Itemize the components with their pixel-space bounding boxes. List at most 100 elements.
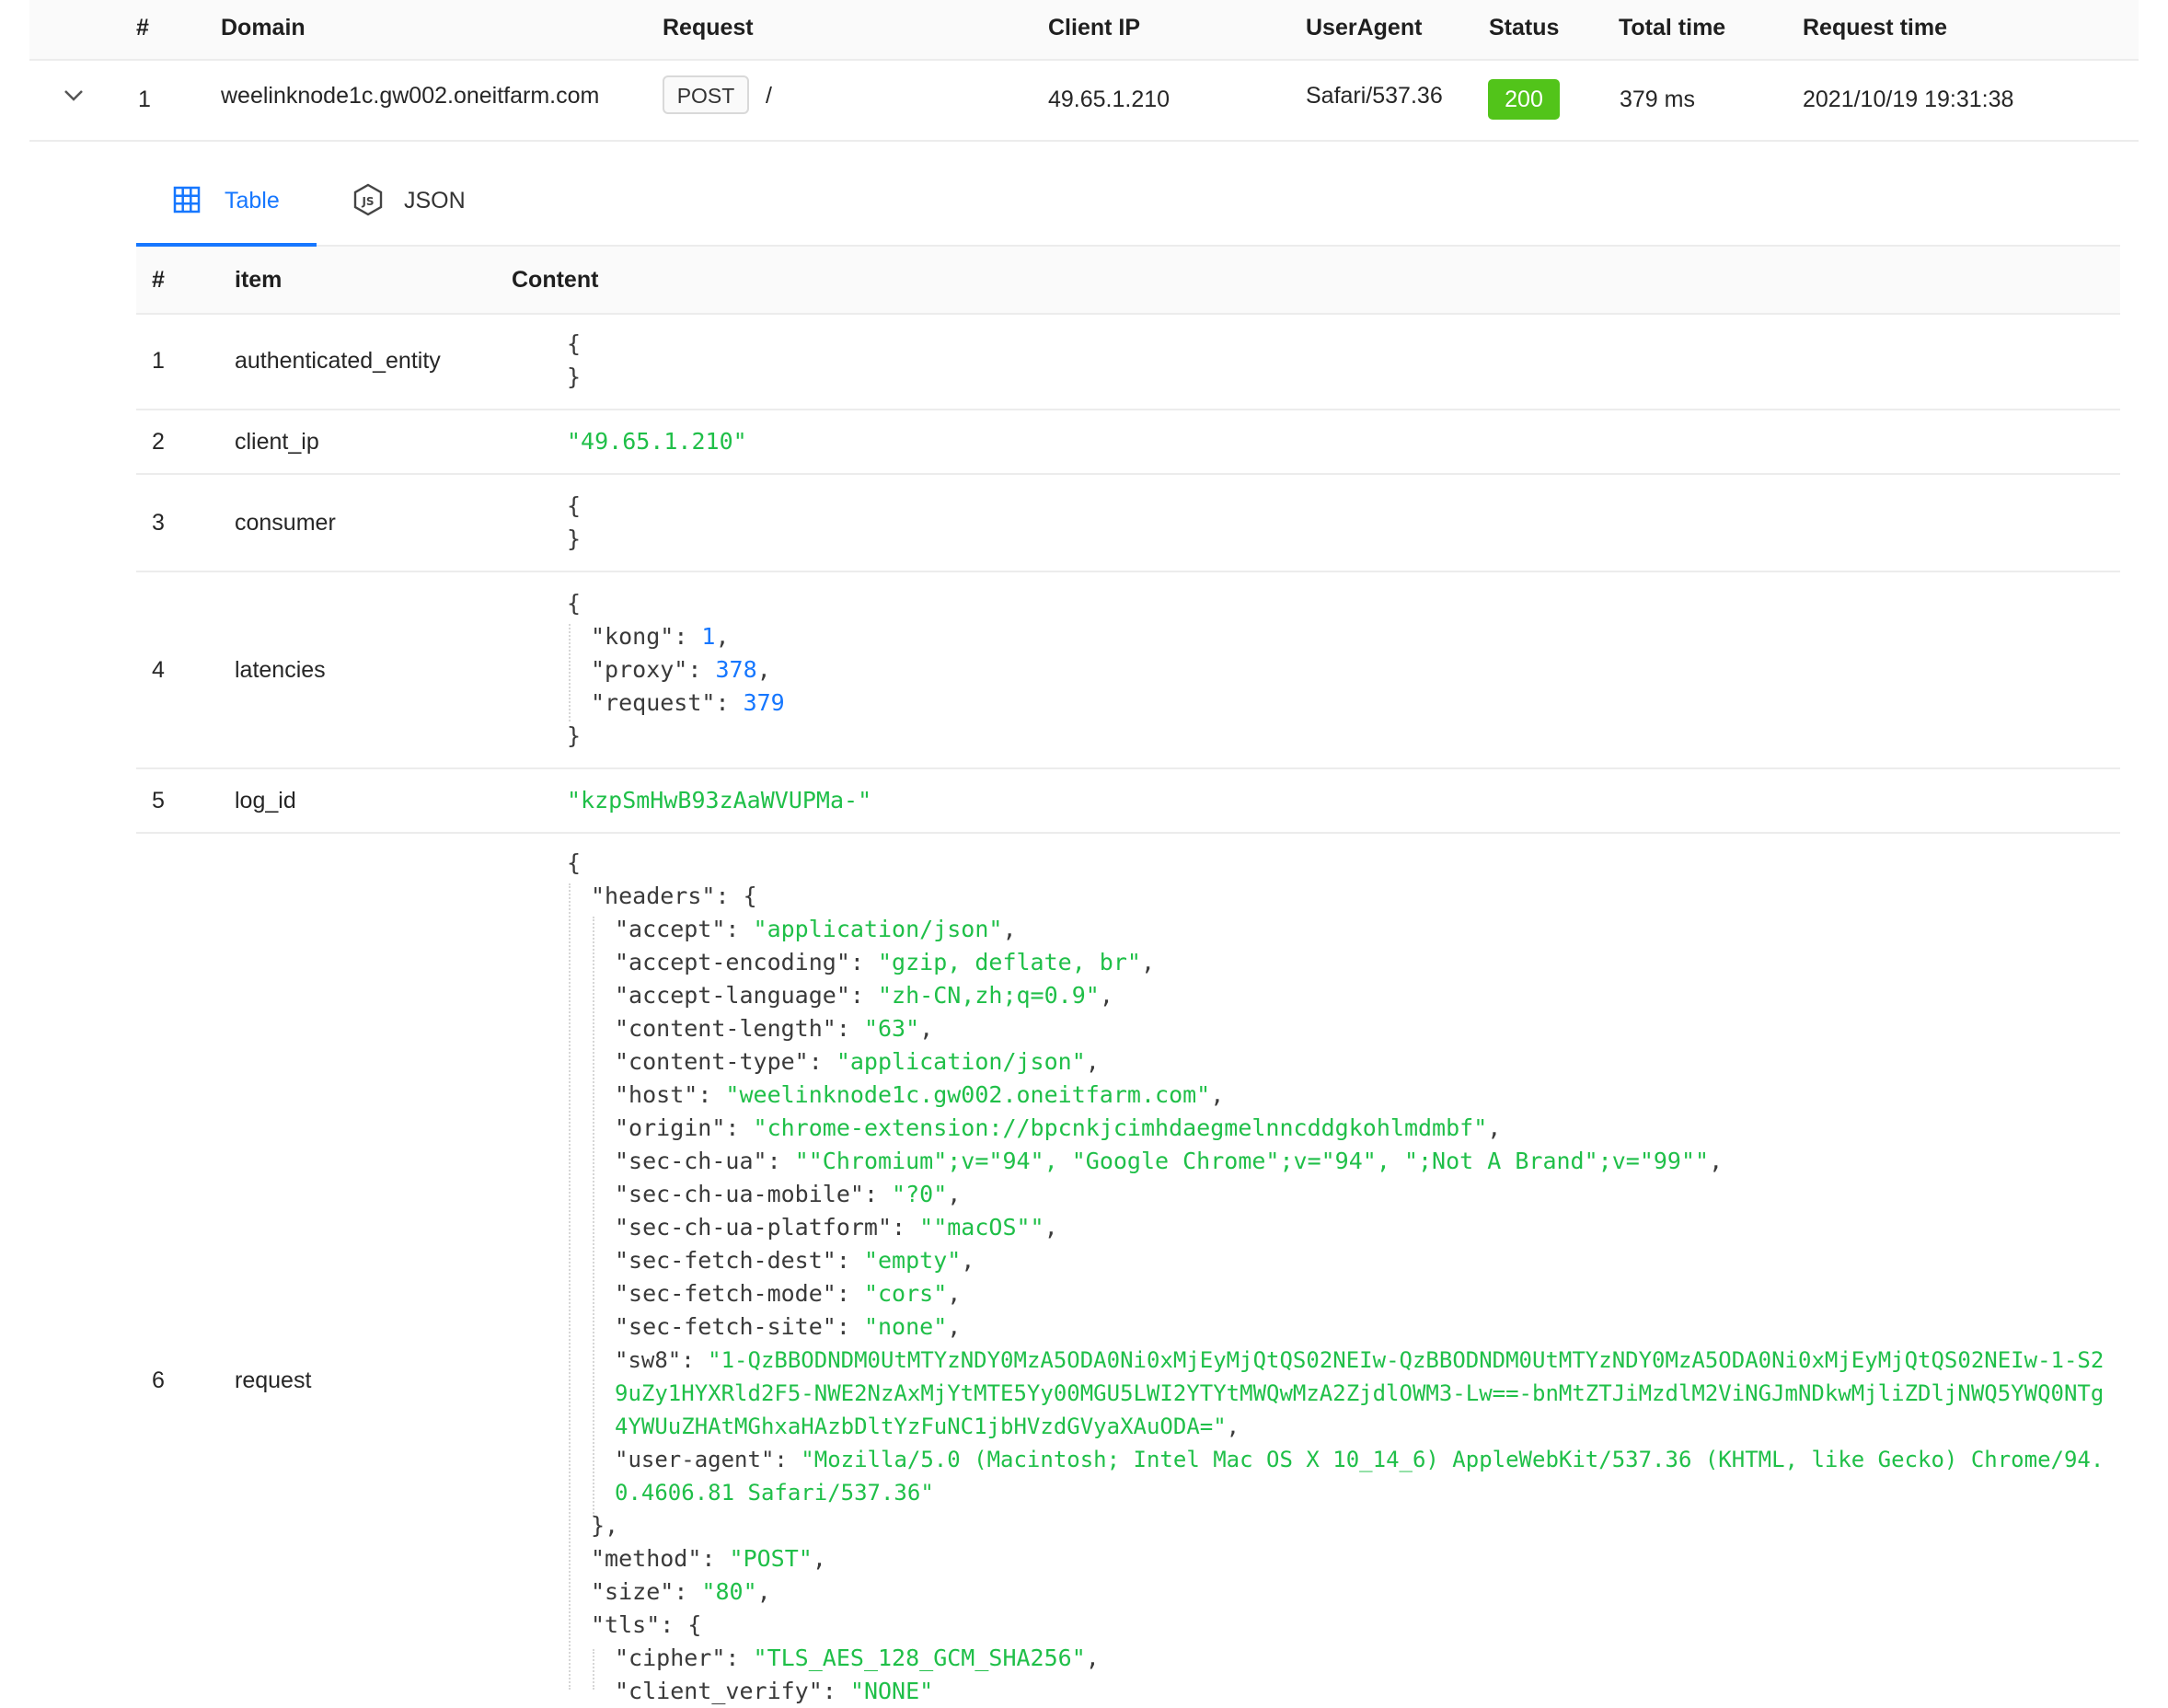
col-header-useragent: UserAgent xyxy=(1306,15,1423,40)
col-header-domain: Domain xyxy=(221,15,306,40)
json-key: "accept" xyxy=(615,916,726,942)
json-key: "origin" xyxy=(615,1114,726,1141)
json-value: "gzip, deflate, br" xyxy=(877,949,1141,975)
detail-row-item: log_id xyxy=(235,788,296,814)
json-line: "accept-encoding": "gzip, deflate, br", xyxy=(615,946,1155,979)
svg-text:JS: JS xyxy=(361,195,374,208)
json-key: "accept-language" xyxy=(615,982,850,1009)
json-key: "sec-ch-ua" xyxy=(615,1148,767,1174)
json-value: "63" xyxy=(863,1015,920,1042)
json-punct: : xyxy=(774,1447,801,1472)
divider xyxy=(136,409,2120,410)
json-punct: : xyxy=(674,1578,702,1605)
row-client-ip: 49.65.1.210 xyxy=(1048,87,1170,112)
indent-guide xyxy=(569,624,571,721)
json-brace: { xyxy=(567,590,582,617)
json-value: "cors" xyxy=(863,1280,948,1307)
json-punct: , xyxy=(756,1578,771,1605)
json-punct: : xyxy=(725,916,754,942)
divider xyxy=(136,473,2120,475)
chevron-down-icon[interactable] xyxy=(63,88,85,103)
detail-row-item: consumer xyxy=(235,510,336,536)
json-line: "tls": { xyxy=(591,1609,701,1642)
json-punct: , xyxy=(947,1181,962,1207)
json-key: "sec-fetch-mode" xyxy=(615,1280,836,1307)
json-value: "zh-CN,zh;q=0.9" xyxy=(877,982,1100,1009)
json-line: "accept": "application/json", xyxy=(615,913,1017,946)
col-header-request: Request xyxy=(663,15,754,40)
indent-guide xyxy=(593,1649,594,1690)
json-line: "size": "80", xyxy=(591,1575,771,1609)
json-value: "80" xyxy=(701,1578,757,1605)
json-punct: : xyxy=(849,982,878,1009)
json-punct: : xyxy=(849,949,878,975)
json-value: "application/json" xyxy=(836,1048,1086,1075)
detail-row-item: latencies xyxy=(235,657,326,683)
col-header-total-time: Total time xyxy=(1619,15,1726,40)
json-key: "kong" xyxy=(591,623,675,650)
json-line: "sec-ch-ua-platform": ""macOS"", xyxy=(615,1211,1058,1244)
json-key: "content-length" xyxy=(615,1015,836,1042)
detail-row-item: authenticated_entity xyxy=(235,348,441,374)
json-punct: , xyxy=(1226,1414,1240,1439)
json-punct: , xyxy=(1044,1214,1058,1241)
detail-row-index: 6 xyxy=(152,1368,165,1393)
json-punct: : xyxy=(808,1048,836,1075)
json-line: "client_verify": "NONE" xyxy=(615,1675,933,1708)
detail-col-index: # xyxy=(152,267,165,293)
json-key: "size" xyxy=(591,1578,675,1605)
json-punct: , xyxy=(756,656,771,683)
json-line: "proxy": 378, xyxy=(591,653,771,687)
json-key: "proxy" xyxy=(591,656,688,683)
tab-json-label: JSON xyxy=(404,188,466,214)
json-value: "chrome-extension://bpcnkjcimhdaegmelnnc… xyxy=(753,1114,1488,1141)
json-key: "user-agent" xyxy=(615,1447,775,1472)
status-badge: 200 xyxy=(1488,79,1560,120)
json-line: "sw8": "1-QzBBODNDM0UtMTYzNDY0MzA5ODA0Ni… xyxy=(615,1344,2104,1377)
detail-row-index: 3 xyxy=(152,510,165,536)
json-line: { } xyxy=(567,330,582,390)
divider xyxy=(136,571,2120,572)
json-punct: : xyxy=(701,1545,730,1572)
json-punct: : xyxy=(892,1214,920,1241)
json-line: "sec-fetch-site": "none", xyxy=(615,1310,961,1344)
indent-guide xyxy=(593,917,594,1517)
json-punct: , xyxy=(1002,916,1017,942)
json-punct: : xyxy=(836,1280,864,1307)
detail-row-index: 5 xyxy=(152,788,165,814)
json-punct: , xyxy=(1099,982,1113,1009)
json-line: "sec-ch-ua-mobile": "?0", xyxy=(615,1178,961,1211)
json-line: "accept-language": "zh-CN,zh;q=0.9", xyxy=(615,979,1113,1012)
json-line: "sec-fetch-dest": "empty", xyxy=(615,1244,974,1277)
json-value: ""Chromium";v="94", "Google Chrome";v="9… xyxy=(794,1148,1710,1174)
row-domain: weelinknode1c.gw002.oneitfarm.com xyxy=(221,83,600,109)
json-value: "?0" xyxy=(892,1181,948,1207)
json-line: } xyxy=(567,722,582,749)
json-line: { } xyxy=(567,492,582,552)
json-value: "none" xyxy=(863,1313,948,1340)
json-key: "cipher" xyxy=(615,1645,726,1671)
json-value: "POST" xyxy=(729,1545,813,1572)
json-key: "host" xyxy=(615,1081,698,1108)
json-punct: : xyxy=(822,1678,850,1704)
detail-table-header xyxy=(136,247,2120,313)
json-line: "user-agent": "Mozilla/5.0 (Macintosh; I… xyxy=(615,1443,2104,1476)
json-punct: : xyxy=(715,689,744,716)
json-punct: , xyxy=(1140,949,1156,975)
col-header-request-time: Request time xyxy=(1803,15,1947,40)
json-value: "1-QzBBODNDM0UtMTYzNDY0MzA5ODA0Ni0xMjEyM… xyxy=(708,1347,2105,1373)
json-punct: , xyxy=(1210,1081,1225,1108)
json-key: "tls" xyxy=(591,1611,661,1638)
json-punct: : xyxy=(687,656,716,683)
row-path: / xyxy=(766,83,772,109)
log-id-value: "kzpSmHwB93zAaWVUPMa-" xyxy=(567,787,872,814)
json-punct: , xyxy=(715,623,730,650)
json-key: "method" xyxy=(591,1545,702,1572)
json-key: "request" xyxy=(591,689,716,716)
json-value: 379 xyxy=(743,689,785,716)
json-punct: : xyxy=(836,1313,864,1340)
json-punct: : xyxy=(698,1081,726,1108)
json-value: ""macOS"" xyxy=(919,1214,1044,1241)
json-line: "sec-fetch-mode": "cors", xyxy=(615,1277,961,1310)
sw8-value-line: 9uZy1HYXRld2F5-NWE2NzAxMjYtMTE5Yy00MGU5L… xyxy=(615,1380,2105,1406)
